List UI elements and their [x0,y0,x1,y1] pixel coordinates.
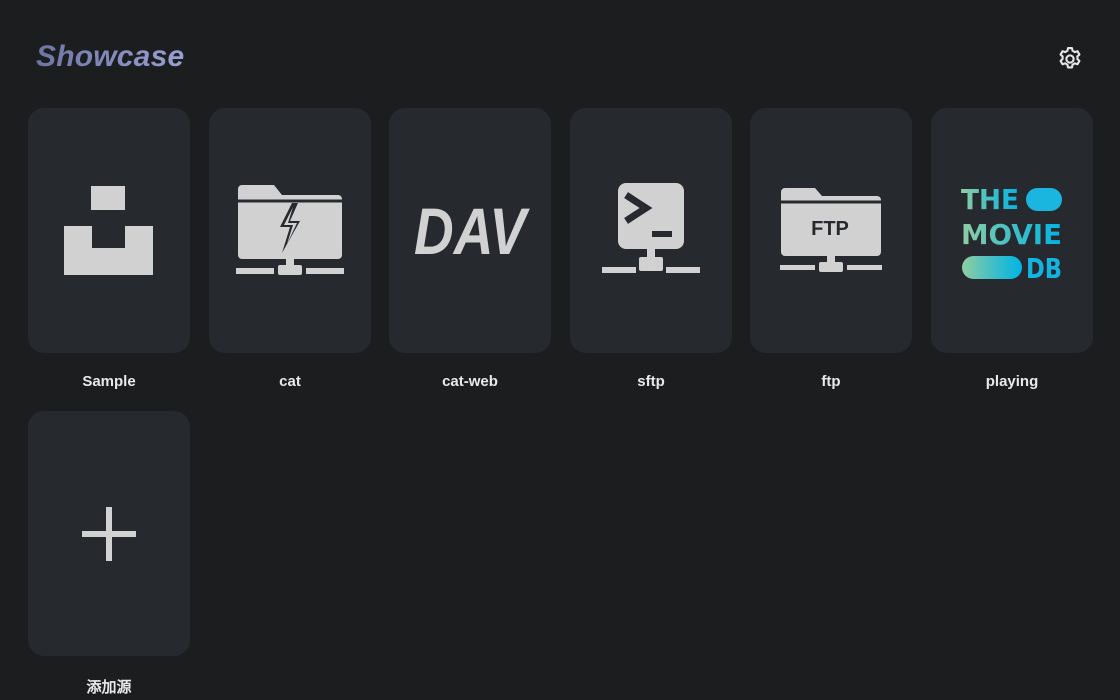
ftp-logo-text: FTP [811,218,849,240]
sample-icon [64,185,153,275]
source-label: ftp [821,373,841,390]
source-tile-sftp: sftp [570,108,732,390]
network-folder-lightning-icon [236,184,344,275]
sftp-terminal-icon [602,182,700,273]
showcase-page: Showcase Sample cat DAV cat-web sftp FTP… [0,0,1120,700]
tmdb-text-the: THE [961,183,1019,216]
gear-icon [1059,46,1081,69]
tmdb-text-movie: MOVIE [961,218,1062,251]
source-tile-ftp: FTP ftp [750,108,912,390]
plus-icon [82,506,136,561]
source-label: cat [279,373,301,390]
source-label: cat-web [442,373,498,390]
source-tile-sample: Sample [28,108,190,390]
add-source-label: 添加源 [86,679,132,696]
dav-logo-text: DAV [414,196,530,266]
page-title: Showcase [36,40,185,73]
tmdb-logo-icon: THE MOVIE DB [961,183,1062,279]
source-card-cat[interactable] [209,108,371,353]
source-tile-cat: cat [209,108,371,390]
tmdb-text-db: DB [1026,252,1062,279]
source-card-playing[interactable]: THE MOVIE DB [931,108,1093,353]
add-source-card[interactable] [28,411,190,656]
source-tile-cat-web: DAV cat-web [389,108,551,390]
source-label: Sample [82,373,136,390]
source-label: sftp [637,373,665,390]
settings-button[interactable] [1056,45,1084,73]
source-label: playing [985,373,1039,390]
ftp-folder-icon: FTP [780,187,882,272]
source-tile-playing: THE MOVIE DB playing [931,108,1093,390]
source-card-sample[interactable] [28,108,190,353]
source-tile-add: 添加源 [28,411,190,697]
source-card-sftp[interactable] [570,108,732,353]
dav-logo-icon: DAV [414,196,530,266]
source-card-ftp[interactable]: FTP [750,108,912,353]
source-card-cat-web[interactable]: DAV [389,108,551,353]
